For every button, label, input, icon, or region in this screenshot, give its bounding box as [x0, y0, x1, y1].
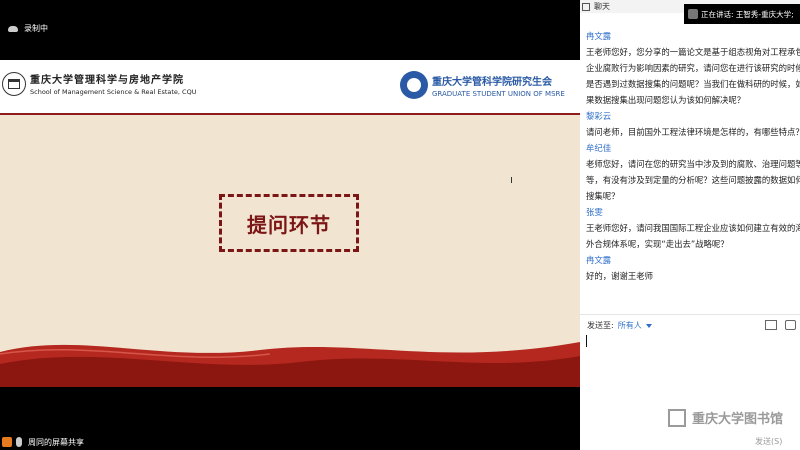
- school-name-cn: 重庆大学管理科学与房地产学院: [30, 75, 184, 86]
- chat-message-list: 冉文露 王老师您好，您分享的一篇论文是基于组态视角对工程承包 企业腐败行为影响因素的…: [586, 28, 800, 284]
- chat-sender-name: 冉文露: [586, 255, 612, 265]
- shared-slide: 重庆大学管理科学与房地产学院 School of Management Scie…: [0, 60, 580, 387]
- file-icon[interactable]: [765, 320, 777, 330]
- app-window: 录制中 重庆大学管理科学与房地产学院 School of Management …: [0, 0, 800, 450]
- union-emblem-icon: [400, 71, 428, 99]
- chat-message-line: 好的，谢谢王老师: [586, 271, 653, 281]
- union-name-cn: 重庆大学管科学院研究生会: [432, 76, 552, 88]
- participants-icon[interactable]: [2, 437, 12, 447]
- chat-message-line: 王老师您好，请问我国国际工程企业应该如何建立有效的海: [586, 223, 800, 233]
- chat-message-line: 企业腐败行为影响因素的研究，请问您在进行该研究的时候: [586, 63, 800, 73]
- chat-panel: 聊天 冉文露 王老师您好，您分享的一篇论文是基于组态视角对工程承包 企业腐败行为影响…: [580, 0, 800, 450]
- decorative-wave: [0, 342, 580, 387]
- chat-sender-name: 冉文露: [586, 31, 612, 41]
- send-to-label: 发送至:: [587, 321, 614, 330]
- chat-message-line: 外合规体系呢，实现“走出去”战略呢？: [586, 239, 729, 249]
- recording-indicator: 录制中: [8, 23, 48, 34]
- chat-divider: [580, 314, 800, 315]
- chat-sender-name: 张雯: [586, 207, 603, 217]
- meeting-area: 录制中 重庆大学管理科学与房地产学院 School of Management …: [0, 0, 580, 450]
- chat-sender-name: 黎彩云: [586, 111, 612, 121]
- library-logo-icon: [668, 408, 686, 427]
- slide-title-box: 提问环节: [219, 194, 359, 252]
- slide-header: 重庆大学管理科学与房地产学院 School of Management Scie…: [0, 60, 580, 115]
- cloud-icon: [8, 25, 18, 32]
- library-watermark: 重庆大学图书馆: [668, 408, 783, 427]
- speaking-indicator: 正在讲话: 王智秀-重庆大学;: [684, 4, 800, 24]
- screen-share-label: 周同的屏幕共享: [28, 437, 84, 447]
- screenshot-icon[interactable]: [785, 320, 796, 330]
- chat-sender-name: 牟纪佳: [586, 143, 612, 153]
- header-rule: [0, 113, 580, 115]
- meeting-bottom-bar: 周同的屏幕共享: [0, 434, 580, 450]
- chevron-down-icon[interactable]: [645, 323, 652, 328]
- speaking-text: 正在讲话: 王智秀-重庆大学;: [701, 9, 794, 19]
- slide-title: 提问环节: [247, 212, 331, 237]
- watermark-text: 重庆大学图书馆: [692, 412, 784, 427]
- school-logo: 重庆大学管理科学与房地产学院 School of Management Scie…: [2, 71, 196, 96]
- chat-icon: [582, 2, 590, 11]
- chat-message-line: 果数据搜集出现问题您认为该如何解决呢？: [586, 95, 746, 105]
- chat-message-line: 老师您好，请问在您的研究当中涉及到的腐败、治理问题等: [586, 159, 800, 169]
- school-name-en: School of Management Science & Real Esta…: [30, 88, 197, 96]
- chat-title: 聊天: [594, 2, 610, 11]
- send-button[interactable]: 发送(S): [755, 436, 782, 447]
- text-cursor-icon: [511, 177, 512, 183]
- recording-label: 录制中: [24, 24, 48, 33]
- union-logo: 重庆大学管科学院研究生会 GRADUATE STUDENT UNION OF M…: [400, 71, 565, 99]
- chat-input[interactable]: [586, 335, 587, 347]
- chat-message-line: 是否遇到过数据搜集的问题呢？当我们在做科研的时候，如: [586, 79, 800, 89]
- speaker-avatar: [688, 9, 698, 19]
- send-to-value[interactable]: 所有人: [618, 320, 642, 331]
- chat-message-line: 等，有没有涉及到定量的分析呢？这些问题披露的数据如何: [586, 175, 800, 185]
- school-emblem-icon: [2, 71, 26, 96]
- chat-message-line: 王老师您好，您分享的一篇论文是基于组态视角对工程承包: [586, 47, 800, 57]
- chat-message-line: 搜集呢？: [586, 191, 620, 201]
- union-name-en: GRADUATE STUDENT UNION OF MSRE: [432, 89, 565, 98]
- microphone-icon[interactable]: [16, 437, 22, 447]
- chat-message-line: 请问老师，目前国外工程法律环境是怎样的，有哪些特点？: [586, 127, 800, 137]
- send-to-selector[interactable]: 发送至: 所有人: [587, 320, 652, 331]
